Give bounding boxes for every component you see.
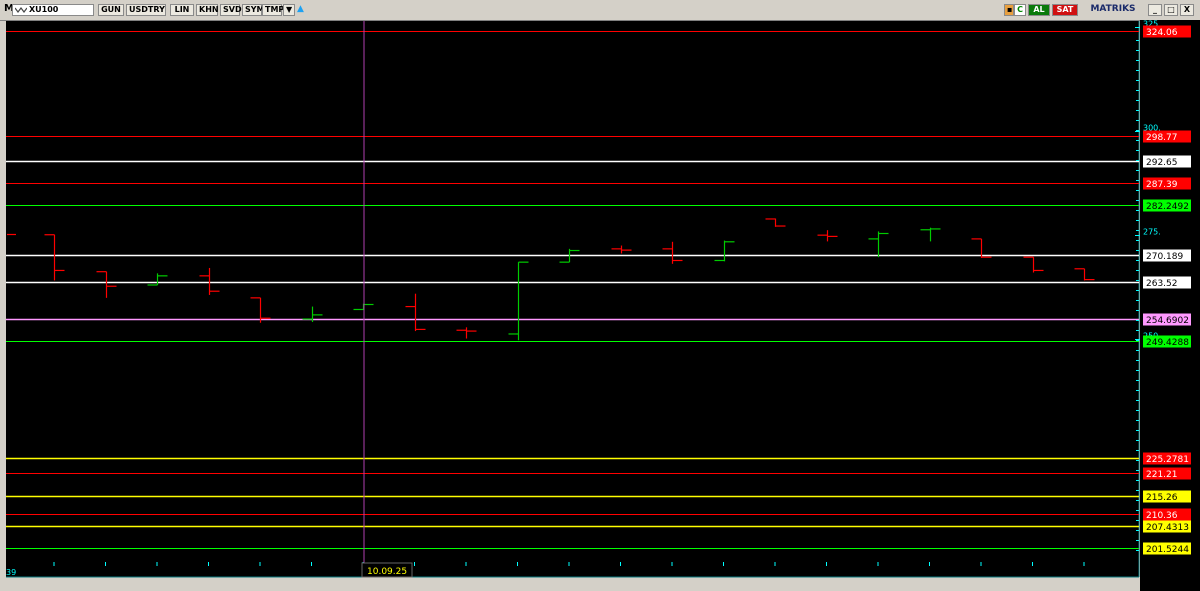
- refresh-c-button[interactable]: C: [1014, 4, 1026, 16]
- level-tag-label-6: 263.52: [1146, 279, 1178, 289]
- level-tag-label-11: 215.26: [1146, 493, 1178, 503]
- level-tag-label-13: 207.4313: [1146, 523, 1189, 533]
- period-day-button[interactable]: GUN: [98, 4, 124, 16]
- toolbar: M XU100 GUN USDTRY LIN KHN SVD SYM TMP ▼…: [0, 0, 1200, 21]
- chevron-down-icon[interactable]: ▼: [283, 4, 295, 16]
- svd-button[interactable]: SVD: [220, 4, 242, 16]
- buy-button[interactable]: AL: [1028, 4, 1050, 16]
- level-tag-label-2: 292.65: [1146, 158, 1178, 168]
- level-tag-label-14: 201.5244: [1146, 545, 1189, 555]
- x-axis-start-label: 39: [6, 568, 16, 577]
- khn-button[interactable]: KHN: [196, 4, 219, 16]
- chart-plot-area[interactable]: [6, 21, 1139, 577]
- level-tag-label-3: 287.39: [1146, 180, 1178, 190]
- minimize-icon[interactable]: _: [1148, 4, 1162, 16]
- y-tick-label-2: 275.: [1143, 228, 1161, 237]
- price-axis-panel: [1140, 20, 1200, 591]
- level-tag-label-4: 282.2492: [1146, 202, 1189, 212]
- level-tag-label-10: 221.21: [1146, 470, 1178, 480]
- currency-usdtry-button[interactable]: USDTRY: [126, 4, 166, 16]
- crosshair-date-label: 10.09.25: [367, 567, 407, 577]
- level-tag-label-9: 225.2781: [1146, 455, 1189, 465]
- symbol-selector[interactable]: XU100: [12, 4, 94, 16]
- chart-type-icon: [15, 7, 27, 13]
- sell-button[interactable]: SAT: [1052, 4, 1078, 16]
- level-tag-label-0: 324.06: [1146, 28, 1178, 38]
- scale-linear-button[interactable]: LIN: [170, 4, 194, 16]
- symbol-label: XU100: [29, 5, 59, 14]
- level-tag-label-12: 210.36: [1146, 511, 1178, 521]
- app-menu-icon[interactable]: M: [2, 4, 14, 16]
- level-tag-label-1: 298.77: [1146, 133, 1178, 143]
- x-axis-ticks: [53, 562, 1085, 566]
- drawing-tool-icon[interactable]: ▪: [1004, 4, 1014, 16]
- sym-button[interactable]: SYM: [242, 4, 265, 16]
- price-chart[interactable]: 325.300.275.250 324.06298.77292.65287.39…: [0, 20, 1200, 591]
- level-tag-label-7: 254.6902: [1146, 316, 1189, 326]
- close-icon[interactable]: X: [1180, 4, 1194, 16]
- twitter-icon[interactable]: ▲: [295, 4, 305, 16]
- level-tag-label-5: 270.189: [1146, 252, 1183, 262]
- brand-logo: MATRIKS: [1090, 4, 1136, 14]
- template-button[interactable]: TMP: [262, 4, 284, 16]
- level-tag-label-8: 249.4288: [1146, 338, 1189, 348]
- maximize-icon[interactable]: □: [1164, 4, 1178, 16]
